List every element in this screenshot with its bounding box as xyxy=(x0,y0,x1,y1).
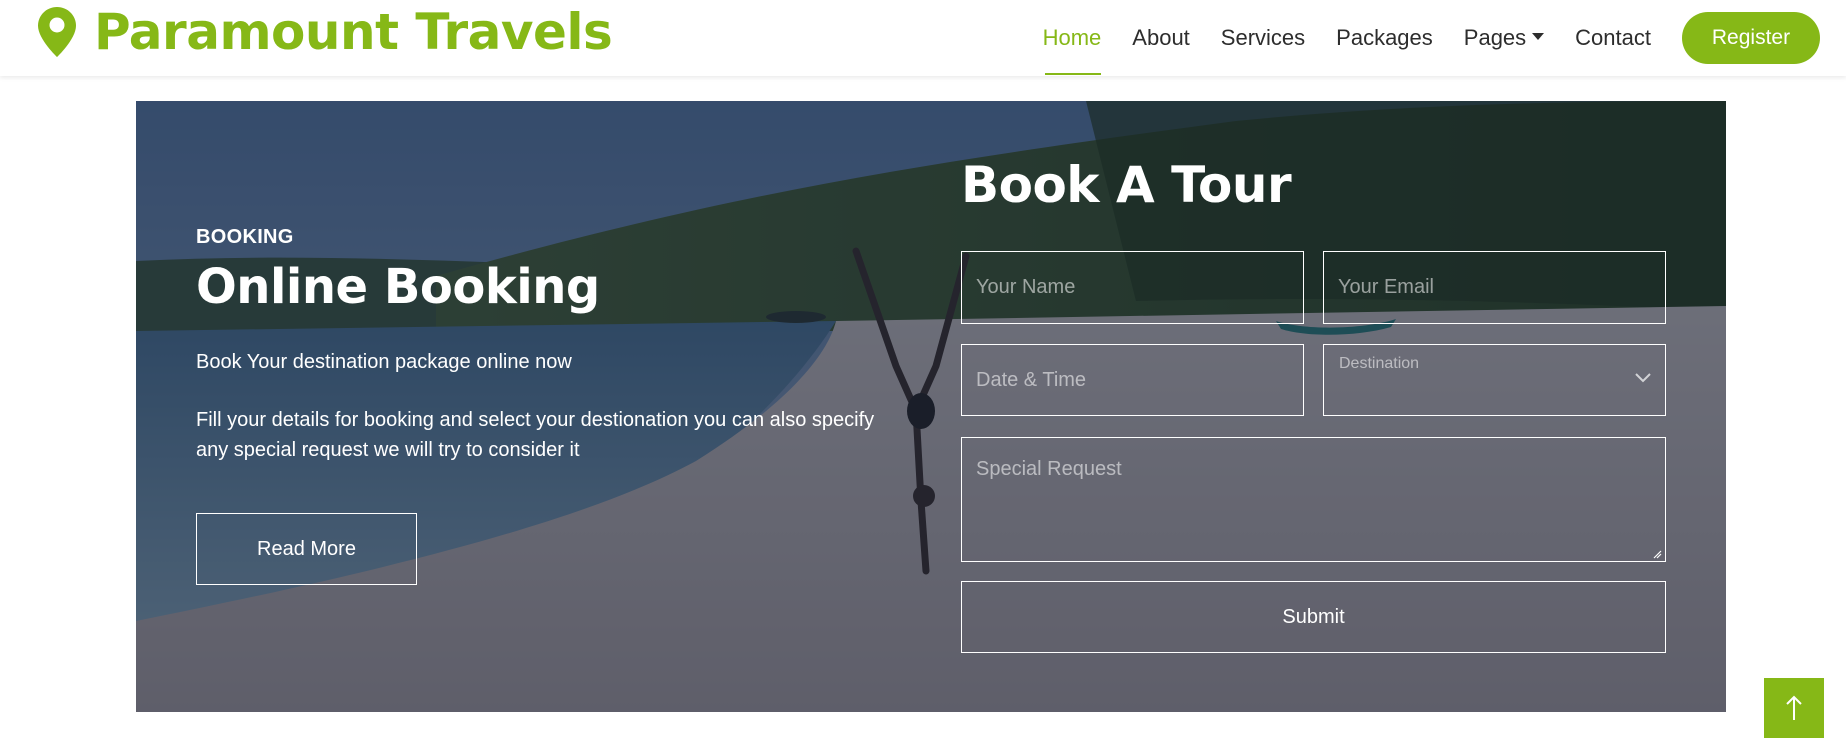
nav-item-contact[interactable]: Contact xyxy=(1575,0,1651,76)
section-kicker: BOOKING xyxy=(196,226,294,248)
read-more-button[interactable]: Read More xyxy=(196,513,417,585)
resize-grip-icon[interactable] xyxy=(1652,549,1662,559)
back-to-top-button[interactable] xyxy=(1764,678,1824,738)
section-title: Online Booking xyxy=(196,259,600,315)
nav-item-packages[interactable]: Packages xyxy=(1336,0,1433,76)
brand-name: Paramount Travels xyxy=(94,3,613,61)
name-field[interactable] xyxy=(961,251,1304,324)
chevron-down-icon xyxy=(1635,373,1651,383)
form-title: Book A Tour xyxy=(961,156,1292,214)
map-pin-icon xyxy=(38,7,76,57)
section-description: Fill your details for booking and select… xyxy=(196,409,875,461)
caret-down-icon xyxy=(1532,32,1545,40)
nav-item-pages-dropdown[interactable]: Pages xyxy=(1463,0,1545,76)
register-button[interactable]: Register xyxy=(1682,12,1820,64)
main-nav: Home About Services Packages Pages Conta… xyxy=(1043,0,1846,76)
booking-intro: BOOKING Online Booking Book Your destina… xyxy=(196,226,916,465)
destination-select[interactable]: Destination xyxy=(1323,344,1666,416)
brand-logo-link[interactable]: Paramount Travels xyxy=(38,3,613,61)
datetime-field[interactable] xyxy=(961,344,1304,416)
navbar: Paramount Travels Home About Services Pa… xyxy=(0,0,1846,76)
submit-button[interactable]: Submit xyxy=(961,581,1666,653)
nav-item-home[interactable]: Home xyxy=(1043,0,1101,76)
email-field[interactable] xyxy=(1323,251,1666,324)
nav-item-pages-label: Pages xyxy=(1463,25,1527,50)
section-subtitle: Book Your destination package online now xyxy=(196,351,572,373)
nav-item-services[interactable]: Services xyxy=(1221,0,1305,76)
special-request-field[interactable] xyxy=(961,437,1666,562)
destination-label: Destination xyxy=(1339,355,1420,372)
arrow-up-icon xyxy=(1786,695,1802,720)
booking-section: BOOKING Online Booking Book Your destina… xyxy=(136,101,1726,712)
nav-item-about[interactable]: About xyxy=(1132,0,1190,76)
